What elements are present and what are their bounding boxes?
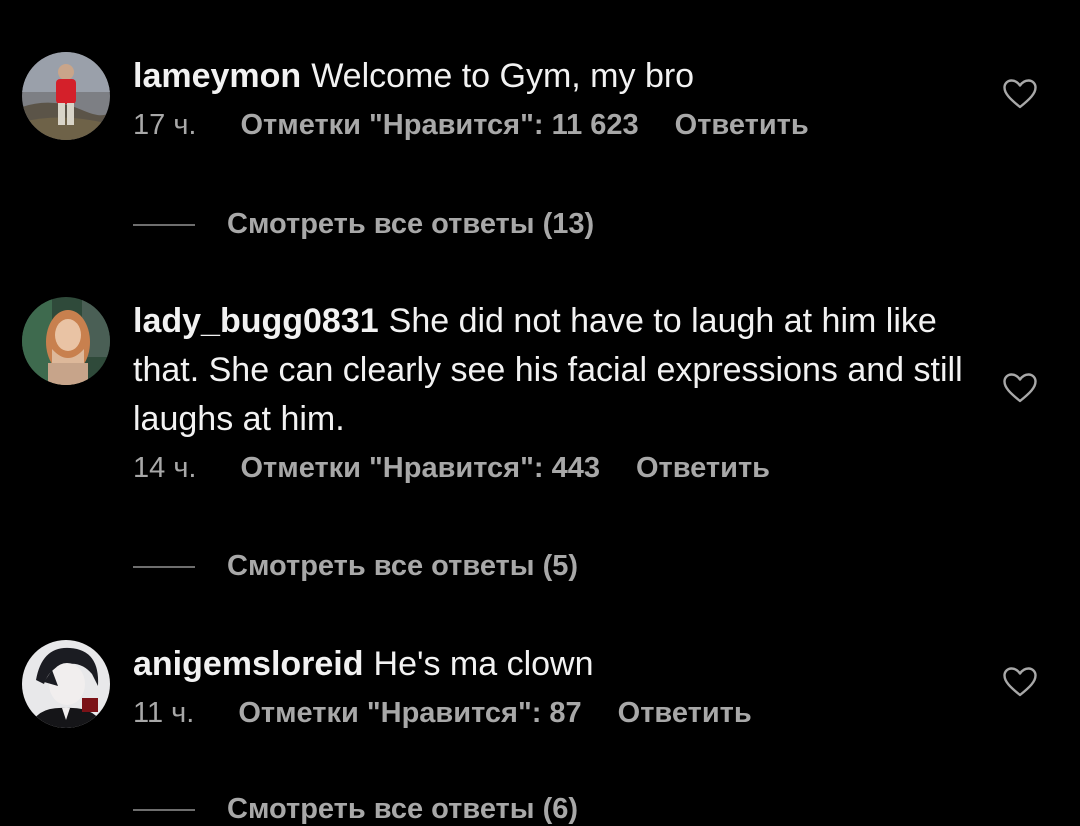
reply-button[interactable]: Ответить xyxy=(675,109,809,142)
view-replies-button[interactable]: Смотреть все ответы (6) xyxy=(133,793,578,826)
view-replies-button[interactable]: Смотреть все ответы (5) xyxy=(133,550,578,583)
comment-time: 14 ч. xyxy=(133,452,197,484)
heart-outline-icon[interactable] xyxy=(1002,666,1038,698)
comment-text: lady_bugg0831 She did not have to laugh a… xyxy=(133,297,963,444)
comment-meta: 14 ч. Отметки "Нравится": 443 Ответить xyxy=(133,452,963,485)
comment-likes-count[interactable]: Отметки "Нравится": 87 xyxy=(238,697,581,730)
reply-button[interactable]: Ответить xyxy=(636,452,770,485)
replies-divider xyxy=(133,565,195,568)
comment-username[interactable]: lady_bugg0831 xyxy=(133,302,379,340)
avatar[interactable] xyxy=(22,297,110,385)
reply-button[interactable]: Ответить xyxy=(618,697,752,730)
comment-likes-count[interactable]: Отметки "Нравится": 443 xyxy=(240,452,599,485)
heart-outline-icon[interactable] xyxy=(1002,372,1038,404)
view-replies-label: Смотреть все ответы (13) xyxy=(227,208,595,240)
comment-meta: 17 ч. Отметки "Нравится": 11 623 Ответит… xyxy=(133,109,963,142)
comment-username[interactable]: anigemsloreid xyxy=(133,645,364,683)
replies-divider xyxy=(133,808,195,811)
comment-content: He's ma clown xyxy=(373,645,594,683)
view-replies-label: Смотреть все ответы (5) xyxy=(227,550,579,582)
comment-time: 11 ч. xyxy=(133,697,195,729)
comment-content: Welcome to Gym, my bro xyxy=(311,57,695,95)
comment-username[interactable]: lameymon xyxy=(133,57,301,95)
view-replies-label: Смотреть все ответы (6) xyxy=(227,793,579,825)
view-replies-button[interactable]: Смотреть все ответы (13) xyxy=(133,208,594,241)
comment-text: lameymon Welcome to Gym, my bro xyxy=(133,52,963,101)
comment-time: 17 ч. xyxy=(133,109,197,141)
avatar[interactable] xyxy=(22,640,110,728)
heart-outline-icon[interactable] xyxy=(1002,78,1038,110)
avatar[interactable] xyxy=(22,52,110,140)
comment-meta: 11 ч. Отметки "Нравится": 87 Ответить xyxy=(133,697,963,730)
comment-likes-count[interactable]: Отметки "Нравится": 11 623 xyxy=(240,109,638,142)
comment-text: anigemsloreid He's ma clown xyxy=(133,640,963,689)
replies-divider xyxy=(133,223,195,226)
